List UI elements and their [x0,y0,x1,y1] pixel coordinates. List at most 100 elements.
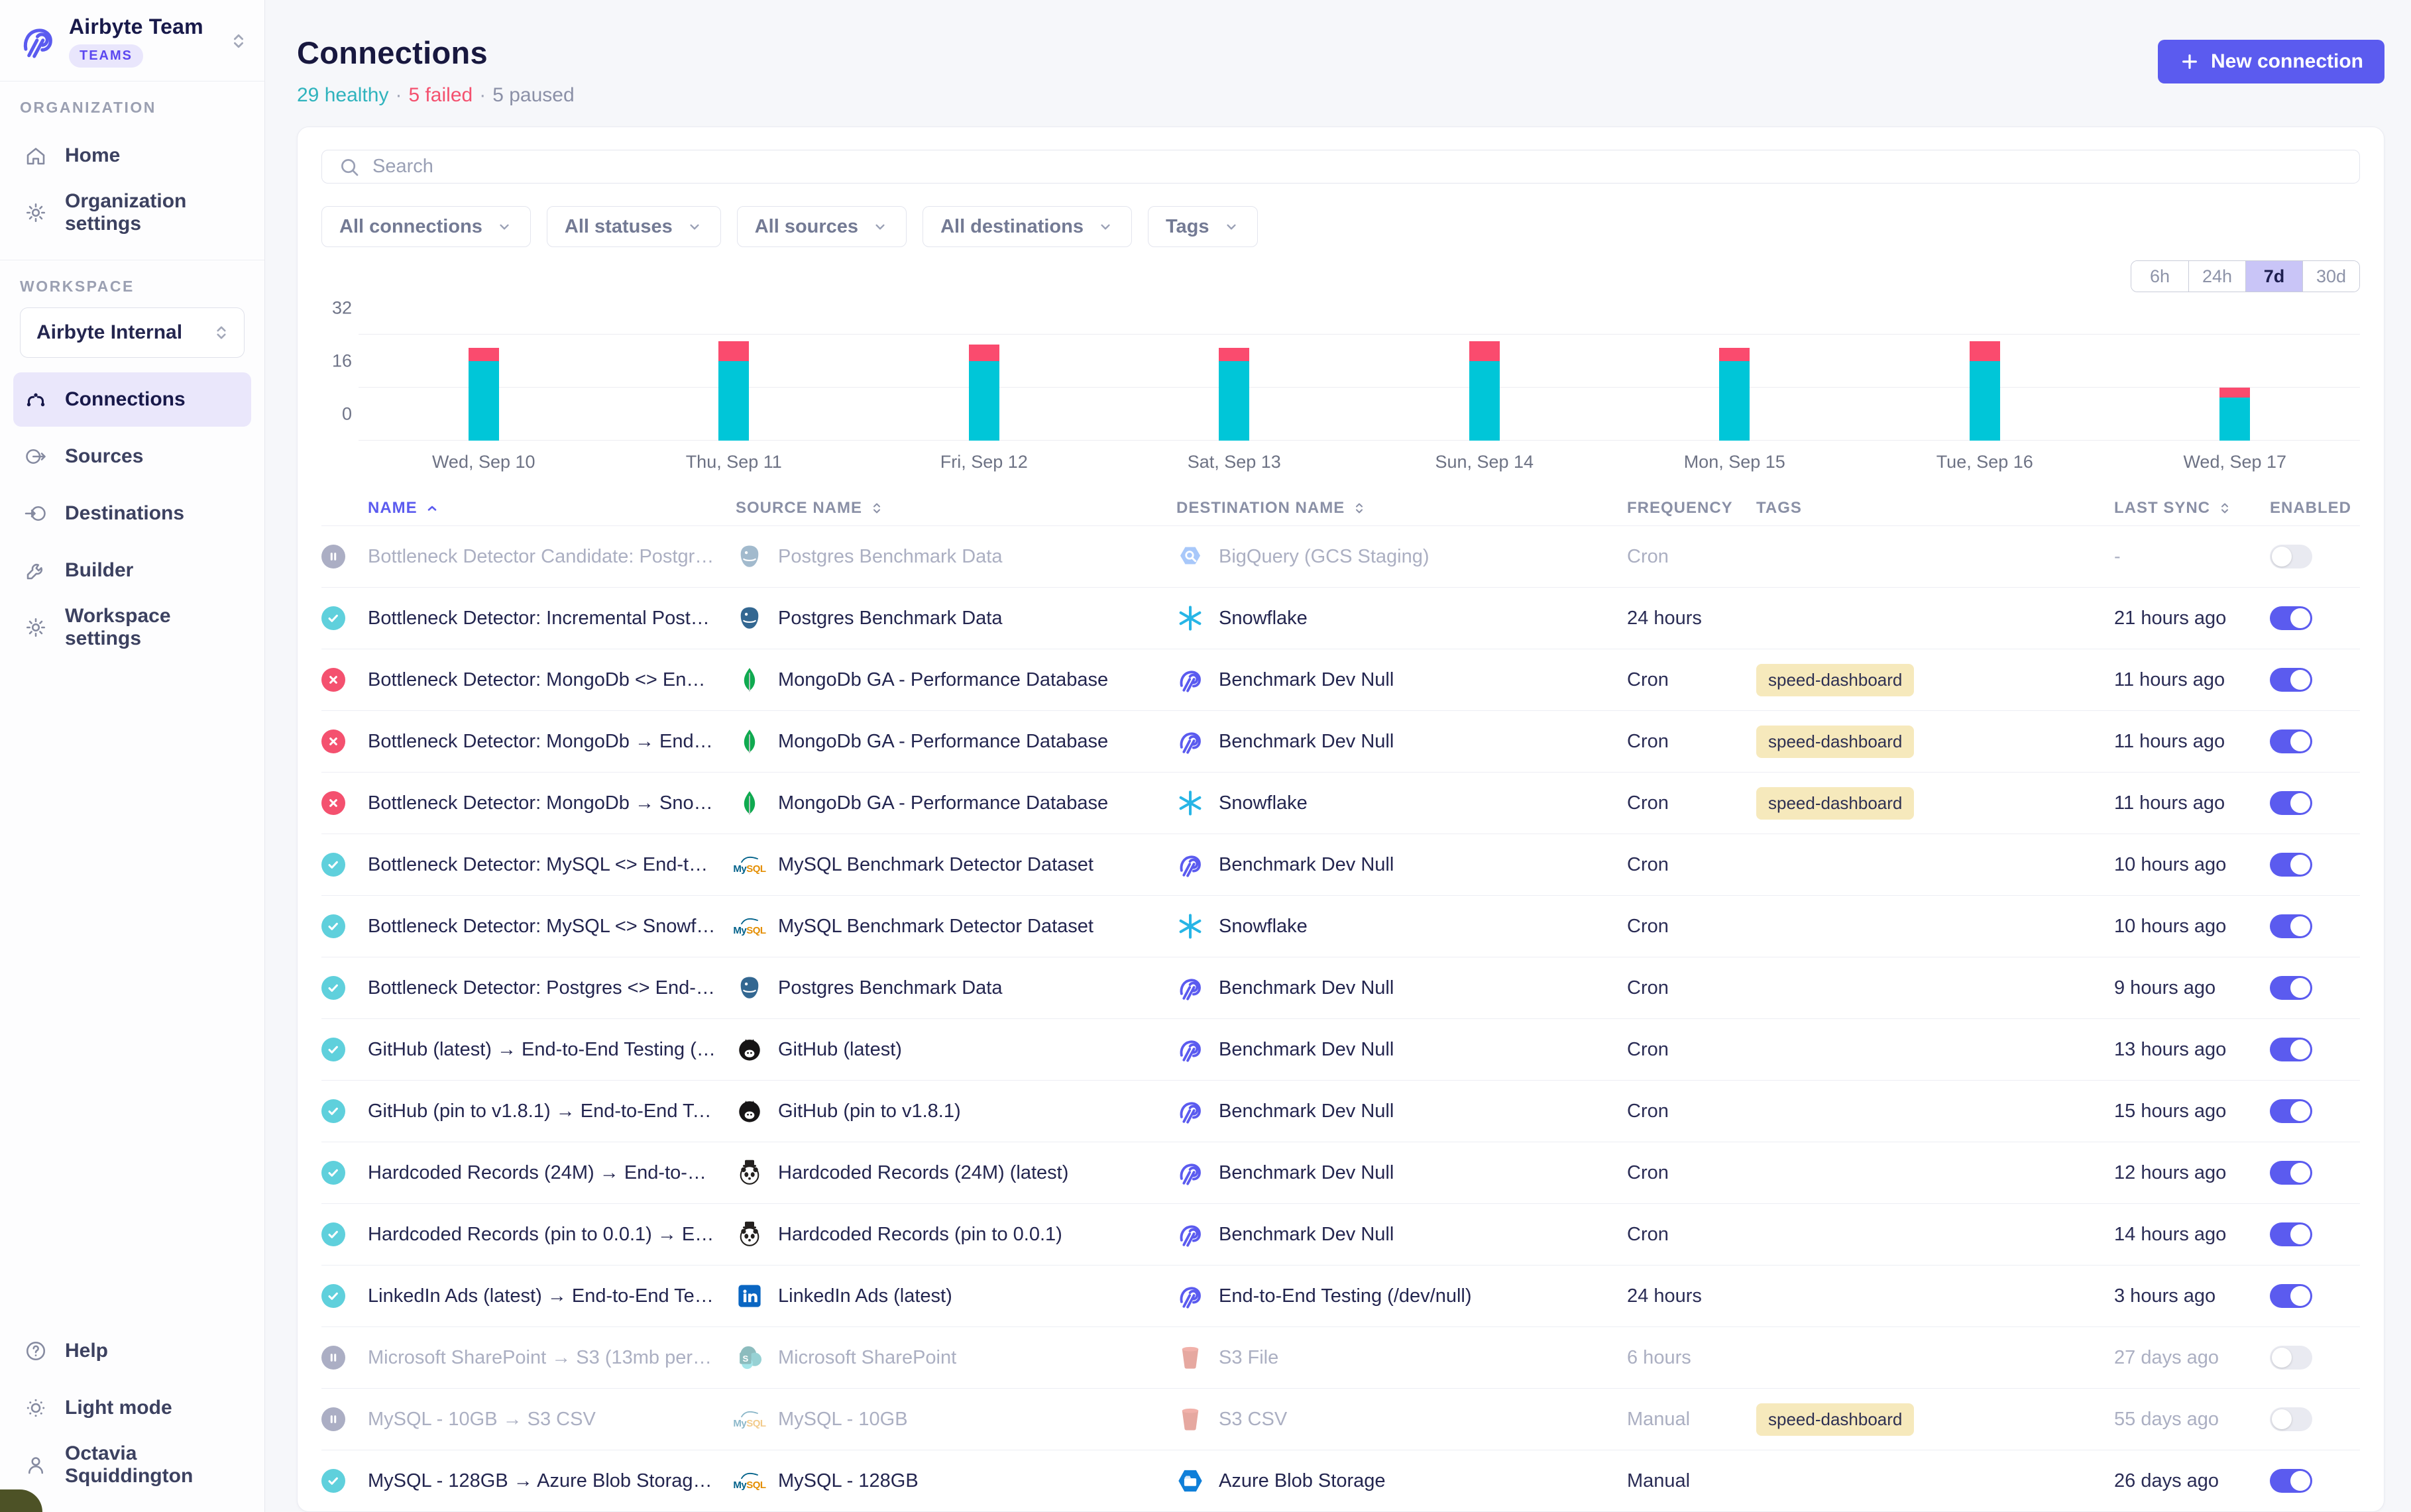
frequency-cell: 24 hours [1627,1285,1756,1307]
airbyte-icon [1176,1282,1204,1310]
enabled-toggle[interactable] [2270,976,2312,1000]
enabled-toggle[interactable] [2270,1038,2312,1061]
source-name: MongoDb GA - Performance Database [778,731,1124,753]
chart-slot [1109,295,1360,441]
bar-thu-sep-11[interactable] [718,341,749,441]
bar-mon-sep-15[interactable] [1719,348,1750,441]
bar-wed-sep-17[interactable] [2219,388,2250,441]
mysql-icon: MySQL [736,1405,763,1433]
toggle-knob [2290,731,2310,751]
destination-cell: Benchmark Dev Null [1176,1220,1627,1248]
column-header-last-sync[interactable]: LAST SYNC [2114,499,2270,517]
frequency-value: 24 hours [1627,1285,1702,1307]
time-range-6h[interactable]: 6h [2131,261,2188,292]
table-row[interactable]: MySQL - 10GB → S3 CSVMySQLMySQL - 10GBS3… [321,1388,2360,1450]
time-range-30d[interactable]: 30d [2302,261,2359,292]
source-icon [24,445,48,468]
table-row[interactable]: Microsoft SharePoint → S3 (13mb performa… [321,1326,2360,1388]
table-row[interactable]: GitHub (pin to v1.8.1) → End-to-End Test… [321,1080,2360,1142]
chart-slot [2110,295,2361,441]
table-row[interactable]: Bottleneck Detector: MongoDb → Snowflake… [321,772,2360,834]
table-row[interactable]: Bottleneck Detector: MongoDb → End-to-En… [321,710,2360,772]
column-header-tags: TAGS [1756,499,2114,517]
enabled-toggle[interactable] [2270,853,2312,877]
status-cell [321,1099,368,1123]
bar-sat-sep-13[interactable] [1219,348,1249,441]
filter-all-connections[interactable]: All connections [321,206,531,247]
sidebar-item-label: Home [65,144,120,167]
enabled-toggle[interactable] [2270,606,2312,630]
enabled-toggle[interactable] [2270,1346,2312,1370]
table-row[interactable]: Bottleneck Detector: MongoDb <> End-to-E… [321,649,2360,710]
connection-stats: 29 healthy·5 failed·5 paused [297,84,575,107]
sidebar-item-sources[interactable]: Sources [13,429,251,484]
enabled-toggle[interactable] [2270,1099,2312,1123]
filter-tags[interactable]: Tags [1148,206,1258,247]
toggle-knob [2272,1409,2292,1429]
sidebar-item-organization-settings[interactable]: Organization settings [13,186,251,240]
bar-fri-sep-12[interactable] [969,345,999,441]
enabled-toggle[interactable] [2270,914,2312,938]
workspace-selector[interactable]: Airbyte Internal [20,307,245,358]
status-cell [321,1161,368,1185]
enabled-toggle[interactable] [2270,729,2312,753]
healthy-status-icon [321,1469,345,1493]
table-row[interactable]: LinkedIn Ads (latest) → End-to-End Testi… [321,1265,2360,1326]
healthy-status-icon [321,1222,345,1246]
column-header-destination-name[interactable]: DESTINATION NAME [1176,499,1627,517]
destination-name: Benchmark Dev Null [1219,977,1410,999]
table-row[interactable]: Bottleneck Detector Candidate: Postgres … [321,525,2360,587]
source-name: MongoDb GA - Performance Database [778,792,1124,814]
sidebar-item-connections[interactable]: Connections [13,372,251,427]
source-name: Postgres Benchmark Data [778,608,1018,629]
filter-all-sources[interactable]: All sources [737,206,907,247]
paused-status-icon [321,1346,345,1370]
table-row[interactable]: Hardcoded Records (pin to 0.0.1) → End-t… [321,1203,2360,1265]
frequency-cell: Manual [1627,1409,1756,1431]
connection-name: Bottleneck Detector: Incremental Postgre… [368,608,736,629]
enabled-toggle[interactable] [2270,1161,2312,1185]
bar-sun-sep-14[interactable] [1469,341,1500,441]
bar-wed-sep-10[interactable] [469,348,499,441]
sidebar-item-home[interactable]: Home [13,129,251,183]
enabled-toggle[interactable] [2270,1222,2312,1246]
search-input[interactable] [372,156,2343,178]
sidebar-item-builder[interactable]: Builder [13,543,251,598]
enabled-toggle[interactable] [2270,668,2312,692]
destination-cell: End-to-End Testing (/dev/null) [1176,1282,1627,1310]
sidebar-item-help[interactable]: Help [13,1324,251,1378]
column-header-source-name[interactable]: SOURCE NAME [736,499,1176,517]
snowflake-icon [1176,789,1204,817]
table-row[interactable]: MySQL - 128GB → Azure Blob Storage JSOn … [321,1450,2360,1511]
destination-cell: Benchmark Dev Null [1176,666,1627,694]
name-cell: Bottleneck Detector: MySQL <> End-to-End… [368,854,736,876]
enabled-toggle[interactable] [2270,545,2312,568]
table-row[interactable]: Bottleneck Detector: MySQL <> SnowflakeM… [321,895,2360,957]
toggle-knob [2290,1101,2310,1121]
time-range-24h[interactable]: 24h [2188,261,2245,292]
table-row[interactable]: Bottleneck Detector: Incremental Postgre… [321,587,2360,649]
column-header-name[interactable]: NAME [368,499,736,517]
org-switcher[interactable]: Airbyte Team TEAMS [0,0,264,81]
filter-all-statuses[interactable]: All statuses [547,206,721,247]
time-range-7d[interactable]: 7d [2245,261,2302,292]
table-row[interactable]: Bottleneck Detector: Postgres <> End-to-… [321,957,2360,1018]
status-cell [321,606,368,630]
new-connection-button[interactable]: New connection [2158,40,2384,83]
source-name: MySQL - 128GB [778,1470,934,1492]
sidebar-item-light-mode[interactable]: Light mode [13,1381,251,1435]
filter-all-destinations[interactable]: All destinations [923,206,1132,247]
table-row[interactable]: GitHub (latest) → End-to-End Testing (/d… [321,1018,2360,1080]
enabled-toggle[interactable] [2270,1284,2312,1308]
table-row[interactable]: Hardcoded Records (24M) → End-to-End Te.… [321,1142,2360,1203]
sidebar-item-destinations[interactable]: Destinations [13,486,251,541]
enabled-toggle[interactable] [2270,1407,2312,1431]
column-header-label: LAST SYNC [2114,499,2210,517]
table-row[interactable]: Bottleneck Detector: MySQL <> End-to-End… [321,834,2360,895]
sidebar-item-octavia-squiddington[interactable]: Octavia Squiddington [13,1438,251,1492]
bar-tue-sep-16[interactable] [1970,341,2000,441]
enabled-toggle[interactable] [2270,1469,2312,1493]
connection-name: Bottleneck Detector: Postgres <> End-to-… [368,977,736,999]
enabled-toggle[interactable] [2270,791,2312,815]
sidebar-item-workspace-settings[interactable]: Workspace settings [13,600,251,655]
